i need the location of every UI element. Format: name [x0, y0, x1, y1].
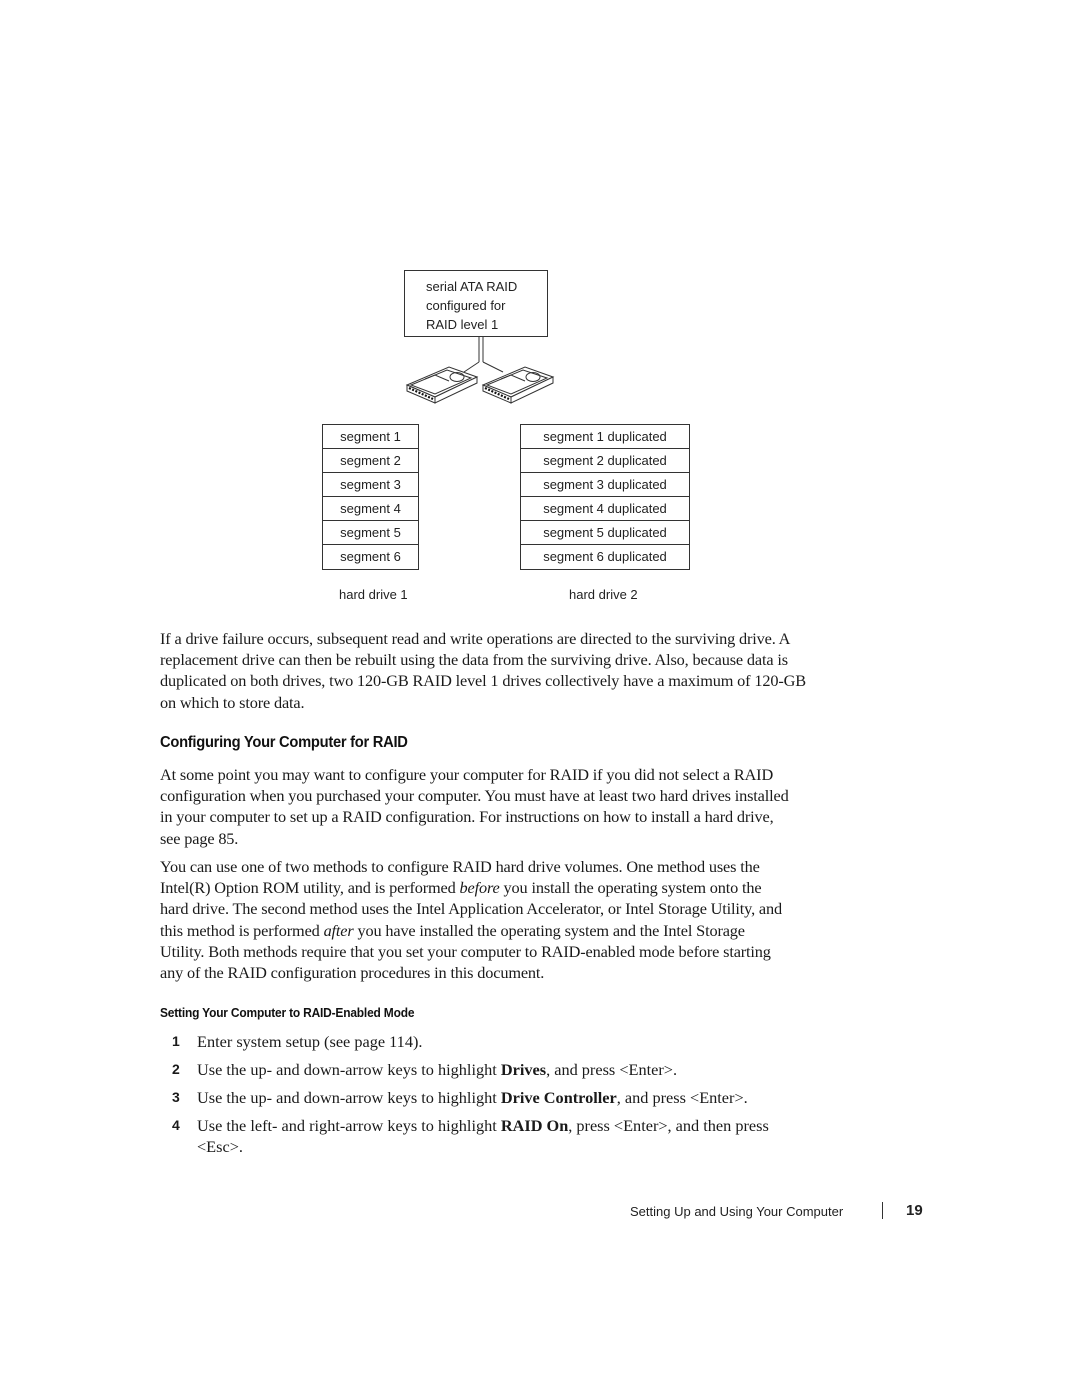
ui-term: Drives: [500, 1060, 547, 1079]
text-run: Intel(R) Option ROM utility, and is perf…: [160, 878, 460, 898]
text-run: you install the operating system onto th…: [499, 878, 762, 898]
ui-term: RAID On: [500, 1116, 569, 1135]
segment-table: segment 1 duplicated segment 2 duplicate…: [520, 424, 690, 570]
step-number: 3: [172, 1089, 180, 1105]
step-text: Use the up- and down-arrow keys to highl…: [197, 1059, 677, 1080]
text-line: You can use one of two methods to config…: [160, 857, 760, 876]
text-line: At some point you may want to configure …: [160, 765, 774, 784]
step-text: Enter system setup (see page 114).: [197, 1032, 423, 1051]
segment-cell: segment 4 duplicated: [521, 497, 689, 521]
subsection-heading: Setting Your Computer to RAID-Enabled Mo…: [160, 1005, 415, 1020]
page-number: 19: [906, 1202, 923, 1219]
text-line: Use the left- and right-arrow keys to hi…: [197, 1115, 769, 1136]
segment-cell: segment 2 duplicated: [521, 449, 689, 473]
text-run: , and press <Enter>.: [546, 1060, 678, 1079]
emphasis-text: before: [459, 878, 500, 898]
text-run: this method is performed: [160, 920, 324, 940]
text-line: configuration when you purchased your co…: [160, 786, 789, 806]
hard-drive-icon: [481, 366, 555, 404]
footer-chapter-title: Setting Up and Using Your Computer: [630, 1204, 844, 1219]
connector-lines: [463, 337, 504, 373]
text-run: Use the left- and right-arrow keys to hi…: [197, 1116, 501, 1135]
configure-raid-intro-paragraph: At some point you may want to configure …: [160, 764, 860, 849]
footer-separator: [882, 1202, 883, 1219]
text-line: in your computer to set up a RAID config…: [160, 807, 774, 827]
text-line: duplicated on both drives, two 120-GB RA…: [160, 671, 806, 691]
text-run: , press <Enter>, and then press: [568, 1116, 769, 1135]
text-line: this method is performed after you have …: [160, 920, 860, 941]
emphasis-text: after: [323, 920, 354, 940]
drive-failure-paragraph: If a drive failure occurs, subsequent re…: [160, 628, 860, 713]
step-text: Use the up- and down-arrow keys to highl…: [197, 1087, 748, 1108]
step-number: 1: [172, 1033, 180, 1049]
segment-cell: segment 1: [323, 425, 418, 449]
text-line: <Esc>.: [197, 1137, 243, 1157]
segment-cell: segment 3: [323, 473, 418, 497]
hard-drive-2-segments: segment 1 duplicated segment 2 duplicate…: [520, 424, 690, 570]
text-line: hard drive. The second method uses the I…: [160, 899, 782, 919]
text-line: Utility. Both methods require that you s…: [160, 941, 771, 961]
text-line: see page 85.: [160, 828, 239, 848]
text-line: replacement drive can then be rebuilt us…: [160, 650, 788, 670]
text-run: you have installed the operating system …: [353, 920, 745, 940]
segment-cell: segment 4: [323, 497, 418, 521]
segment-cell: segment 2: [323, 449, 418, 473]
raid-methods-paragraph: You can use one of two methods to config…: [160, 856, 860, 983]
section-heading: Configuring Your Computer for RAID: [160, 734, 408, 751]
hard-drive-1-label: hard drive 1: [339, 587, 408, 602]
text-line: Intel(R) Option ROM utility, and is perf…: [160, 877, 860, 898]
text-run: , and press <Enter>.: [616, 1088, 748, 1107]
segment-cell: segment 6: [340, 549, 401, 564]
segment-cell: segment 3 duplicated: [521, 473, 689, 497]
segment-cell: segment 5: [323, 521, 418, 545]
text-line: any of the RAID configuration procedures…: [160, 963, 545, 983]
segment-cell: segment 1 duplicated: [521, 425, 689, 449]
step-text: Use the left- and right-arrow keys to hi…: [197, 1115, 769, 1157]
hard-drive-2-label: hard drive 2: [569, 587, 638, 602]
segment-table: segment 1 segment 2 segment 3 segment 4 …: [322, 424, 419, 570]
hard-drive-icon: [405, 366, 479, 404]
hard-drive-1-segments: segment 1 segment 2 segment 3 segment 4 …: [322, 424, 419, 570]
raid-level-1-diagram: serial ATA RAID configured for RAID leve…: [0, 0, 1080, 620]
segment-cell: segment 5 duplicated: [521, 521, 689, 545]
text-run: Use the up- and down-arrow keys to highl…: [197, 1088, 501, 1107]
text-line: If a drive failure occurs, subsequent re…: [160, 629, 791, 648]
ui-term: Drive Controller: [500, 1088, 617, 1107]
step-number: 2: [172, 1061, 180, 1077]
text-line: on which to store data.: [160, 692, 305, 712]
step-number: 4: [172, 1117, 180, 1133]
segment-cell: segment 6 duplicated: [543, 549, 667, 564]
text-run: Use the up- and down-arrow keys to highl…: [197, 1060, 501, 1079]
